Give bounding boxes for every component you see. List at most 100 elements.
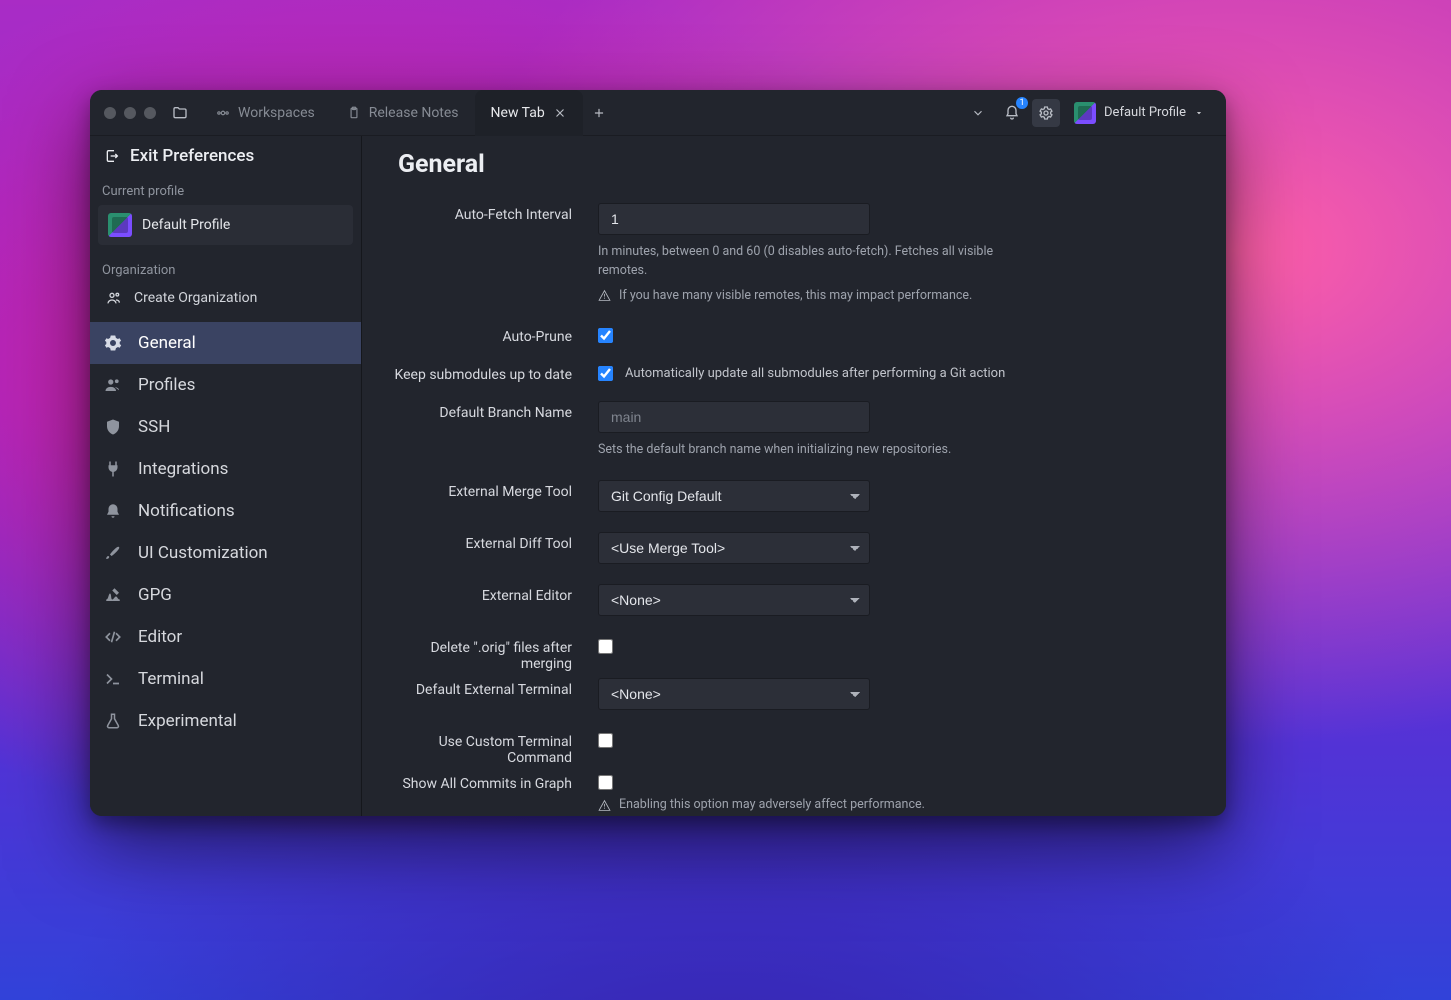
- create-organization-label: Create Organization: [134, 290, 257, 306]
- tab-label: New Tab: [491, 105, 545, 121]
- nav-label: Notifications: [138, 501, 235, 521]
- nav-item-gpg[interactable]: GPG: [90, 574, 361, 616]
- close-icon[interactable]: [553, 106, 567, 120]
- external-editor-label: External Editor: [390, 578, 572, 604]
- tabstrip: Workspaces Release Notes New Tab: [200, 90, 615, 136]
- notifications-button[interactable]: 1: [998, 99, 1026, 127]
- auto-fetch-input[interactable]: [598, 203, 870, 235]
- folder-icon: [172, 105, 188, 121]
- default-branch-label: Default Branch Name: [390, 395, 572, 421]
- people-icon: [106, 290, 122, 306]
- add-tab-button[interactable]: [583, 106, 615, 120]
- tab-release-notes[interactable]: Release Notes: [331, 90, 475, 136]
- close-window-button[interactable]: [104, 107, 116, 119]
- current-profile-name: Default Profile: [142, 217, 230, 233]
- current-profile-row[interactable]: Default Profile: [98, 205, 353, 245]
- profiles-icon: [104, 376, 122, 394]
- notification-badge: 1: [1016, 97, 1028, 109]
- diff-tool-label: External Diff Tool: [390, 526, 572, 552]
- show-all-commits-checkbox[interactable]: [598, 775, 613, 790]
- nav-label: Profiles: [138, 375, 195, 395]
- nav-item-terminal[interactable]: Terminal: [90, 658, 361, 700]
- signature-icon: [104, 586, 122, 604]
- show-all-commits-label: Show All Commits in Graph: [390, 766, 572, 792]
- bell-icon: [104, 502, 122, 520]
- nav-item-experimental[interactable]: Experimental: [90, 700, 361, 742]
- merge-tool-label: External Merge Tool: [390, 474, 572, 500]
- preferences-sidebar: Exit Preferences Current profile Default…: [90, 136, 362, 816]
- tab-new-tab[interactable]: New Tab: [475, 90, 583, 136]
- create-organization-button[interactable]: Create Organization: [90, 284, 361, 318]
- nav-item-editor[interactable]: Editor: [90, 616, 361, 658]
- warning-icon: [598, 289, 611, 302]
- dropdown-button[interactable]: [964, 99, 992, 127]
- auto-fetch-warning: If you have many visible remotes, this m…: [619, 287, 972, 306]
- nav-label: Terminal: [138, 669, 204, 689]
- app-window: Workspaces Release Notes New Tab 1: [90, 90, 1226, 816]
- submodules-label: Keep submodules up to date: [390, 357, 572, 383]
- gear-icon: [104, 334, 122, 352]
- external-editor-select[interactable]: <None>: [598, 584, 870, 616]
- nav-item-profiles[interactable]: Profiles: [90, 364, 361, 406]
- folder-button[interactable]: [166, 99, 194, 127]
- terminal-icon: [104, 670, 122, 688]
- workspace-icon: [216, 106, 230, 120]
- merge-tool-select[interactable]: Git Config Default: [598, 480, 870, 512]
- shield-icon: [104, 418, 122, 436]
- profile-name: Default Profile: [1104, 105, 1186, 120]
- nav-item-notifications[interactable]: Notifications: [90, 490, 361, 532]
- plug-icon: [104, 460, 122, 478]
- warning-icon: [598, 799, 611, 812]
- organization-heading: Organization: [90, 255, 361, 284]
- default-branch-input[interactable]: [598, 401, 870, 433]
- show-all-commits-warning: Enabling this option may adversely affec…: [619, 796, 925, 815]
- default-branch-help: Sets the default branch name when initia…: [598, 441, 1038, 460]
- nav-item-general[interactable]: General: [90, 322, 361, 364]
- brush-icon: [104, 544, 122, 562]
- exit-preferences-button[interactable]: Exit Preferences: [90, 136, 361, 176]
- diff-tool-select[interactable]: <Use Merge Tool>: [598, 532, 870, 564]
- window-controls: [96, 107, 166, 119]
- zoom-window-button[interactable]: [144, 107, 156, 119]
- tab-label: Release Notes: [369, 105, 459, 121]
- default-terminal-label: Default External Terminal: [390, 672, 572, 698]
- nav-label: UI Customization: [138, 543, 268, 563]
- submodules-help: Automatically update all submodules afte…: [625, 366, 1005, 381]
- custom-terminal-label: Use Custom Terminal Command: [390, 724, 572, 766]
- nav-label: General: [138, 333, 196, 353]
- nav-item-ui-customization[interactable]: UI Customization: [90, 532, 361, 574]
- code-icon: [104, 628, 122, 646]
- titlebar-right: 1 Default Profile: [964, 98, 1220, 128]
- preferences-nav: General Profiles SSH Integrations Notifi…: [90, 322, 361, 742]
- body-split: Exit Preferences Current profile Default…: [90, 136, 1226, 816]
- gear-icon: [1038, 105, 1054, 121]
- nav-item-ssh[interactable]: SSH: [90, 406, 361, 448]
- custom-terminal-checkbox[interactable]: [598, 733, 613, 748]
- minimize-window-button[interactable]: [124, 107, 136, 119]
- tab-label: Workspaces: [238, 105, 315, 121]
- profile-chip[interactable]: Default Profile: [1066, 98, 1212, 128]
- plus-icon: [592, 106, 606, 120]
- titlebar: Workspaces Release Notes New Tab 1: [90, 90, 1226, 136]
- delete-orig-checkbox[interactable]: [598, 639, 613, 654]
- nav-label: Integrations: [138, 459, 228, 479]
- auto-fetch-label: Auto-Fetch Interval: [390, 197, 572, 223]
- chevron-down-icon: [971, 106, 985, 120]
- preferences-main: General Auto-Fetch Interval In minutes, …: [362, 136, 1226, 816]
- settings-button[interactable]: [1032, 99, 1060, 127]
- nav-item-integrations[interactable]: Integrations: [90, 448, 361, 490]
- nav-label: Experimental: [138, 711, 237, 731]
- caret-down-icon: [1194, 108, 1204, 118]
- avatar: [1074, 102, 1096, 124]
- exit-preferences-label: Exit Preferences: [130, 146, 254, 166]
- page-title: General: [398, 150, 1198, 179]
- submodules-checkbox[interactable]: [598, 366, 613, 381]
- auto-prune-checkbox[interactable]: [598, 328, 613, 343]
- flask-icon: [104, 712, 122, 730]
- delete-orig-label: Delete ".orig" files after merging: [390, 630, 572, 672]
- tab-workspaces[interactable]: Workspaces: [200, 90, 331, 136]
- default-terminal-select[interactable]: <None>: [598, 678, 870, 710]
- nav-label: GPG: [138, 585, 172, 605]
- auto-prune-label: Auto-Prune: [390, 319, 572, 345]
- exit-icon: [104, 148, 120, 164]
